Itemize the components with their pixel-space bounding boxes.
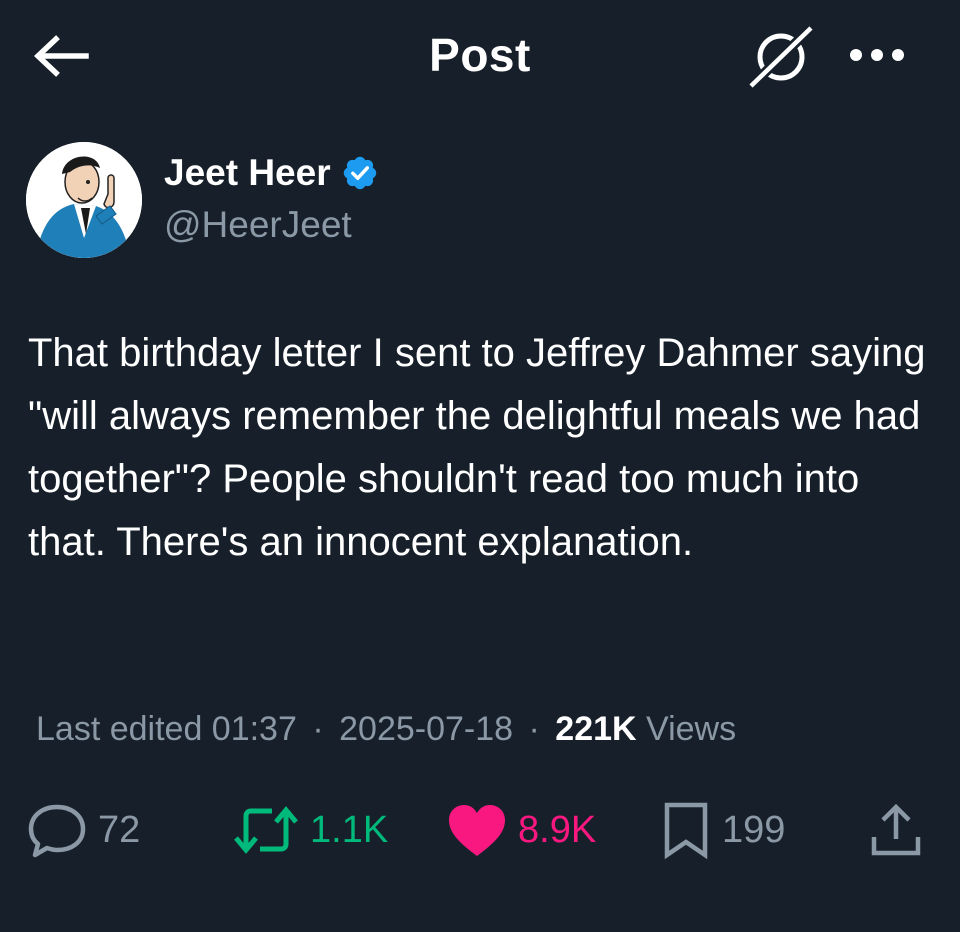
edited-time[interactable]: Last edited 01:37 xyxy=(36,710,297,748)
author-block: Jeet Heer @HeerJeet xyxy=(26,140,926,260)
views-label: Views xyxy=(646,710,737,748)
author-display-name[interactable]: Jeet Heer xyxy=(164,152,331,194)
more-button[interactable] xyxy=(846,30,908,80)
views-count[interactable]: 221K xyxy=(555,710,636,748)
post-meta: Last edited 01:37 · 2025-07-18 · 221K Vi… xyxy=(36,710,736,749)
repost-button[interactable]: 1.1K xyxy=(232,792,388,868)
reply-button[interactable]: 72 xyxy=(26,792,140,868)
grok-icon xyxy=(747,24,815,88)
avatar[interactable] xyxy=(26,142,142,258)
share-button[interactable] xyxy=(868,792,924,868)
top-bar: Post xyxy=(0,0,960,112)
repost-icon xyxy=(234,806,298,854)
action-bar: 72 1.1K 8.9K 199 xyxy=(0,792,960,868)
reply-count: 72 xyxy=(98,808,141,851)
author-handle[interactable]: @HeerJeet xyxy=(164,204,352,246)
avatar-illustration xyxy=(26,142,142,258)
like-count: 8.9K xyxy=(518,808,597,851)
verified-badge-icon xyxy=(341,154,379,192)
share-icon xyxy=(871,803,921,856)
reply-icon xyxy=(28,804,86,858)
bookmark-icon xyxy=(664,802,708,860)
bookmark-button[interactable]: 199 xyxy=(660,792,785,868)
page-title: Post xyxy=(429,29,531,81)
repost-count: 1.1K xyxy=(310,808,389,851)
grok-button[interactable] xyxy=(746,24,816,88)
bookmark-count: 199 xyxy=(722,808,786,851)
tweet-text: That birthday letter I sent to Jeffrey D… xyxy=(28,331,926,564)
meta-separator: · xyxy=(312,710,324,748)
author-name-row: Jeet Heer xyxy=(164,152,379,194)
post-date[interactable]: 2025-07-18 xyxy=(339,710,513,748)
more-horizontal-icon xyxy=(850,49,904,61)
heart-icon xyxy=(449,805,505,856)
like-button[interactable]: 8.9K xyxy=(446,792,596,868)
meta-separator: · xyxy=(528,710,540,748)
